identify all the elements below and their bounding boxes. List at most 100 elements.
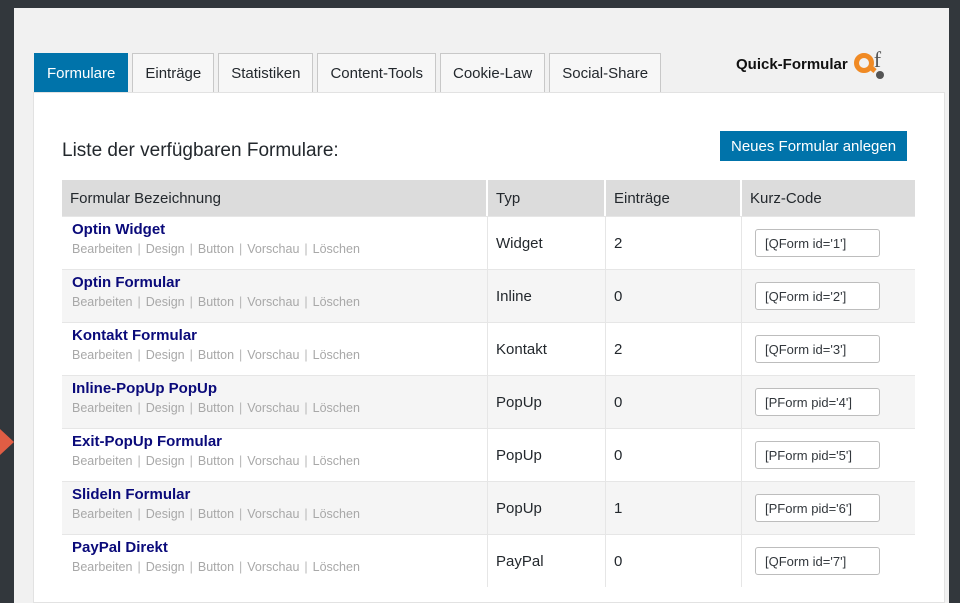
edit-link[interactable]: Bearbeiten bbox=[72, 295, 132, 309]
edit-link[interactable]: Bearbeiten bbox=[72, 401, 132, 415]
form-type: Kontakt bbox=[488, 323, 606, 375]
button-link[interactable]: Button bbox=[198, 560, 234, 574]
action-separator: | bbox=[189, 507, 193, 521]
plugin-tabs: Formulare Einträge Statistiken Content-T… bbox=[34, 53, 665, 92]
preview-link[interactable]: Vorschau bbox=[247, 401, 299, 415]
design-link[interactable]: Design bbox=[146, 295, 185, 309]
design-link[interactable]: Design bbox=[146, 242, 185, 256]
form-name-link[interactable]: Exit-PopUp Formular bbox=[72, 433, 222, 450]
new-form-button[interactable]: Neues Formular anlegen bbox=[720, 131, 908, 161]
tab-cookie-law[interactable]: Cookie-Law bbox=[440, 53, 546, 92]
delete-link[interactable]: Löschen bbox=[313, 401, 360, 415]
tab-formulare[interactable]: Formulare bbox=[34, 53, 129, 92]
delete-link[interactable]: Löschen bbox=[313, 507, 360, 521]
column-header-name: Formular Bezeichnung bbox=[62, 180, 488, 216]
shortcode-field[interactable]: [QForm id='7'] bbox=[755, 547, 880, 575]
design-link[interactable]: Design bbox=[146, 454, 185, 468]
tab-eintraege[interactable]: Einträge bbox=[132, 53, 215, 92]
row-actions: Bearbeiten | Design | Button | Vorschau | Lösche… bbox=[72, 295, 360, 309]
column-header-shortcode: Kurz-Code bbox=[750, 189, 822, 207]
delete-link[interactable]: Löschen bbox=[313, 348, 360, 362]
form-type: PopUp bbox=[488, 429, 606, 481]
row-actions: Bearbeiten | Design | Button | Vorschau | Lösche… bbox=[72, 454, 360, 468]
button-link[interactable]: Button bbox=[198, 348, 234, 362]
action-separator: | bbox=[239, 507, 243, 521]
tab-content-tools[interactable]: Content-Tools bbox=[317, 53, 436, 92]
quick-formular-logo-icon: f bbox=[853, 47, 890, 79]
preview-link[interactable]: Vorschau bbox=[247, 560, 299, 574]
delete-link[interactable]: Löschen bbox=[313, 295, 360, 309]
preview-link[interactable]: Vorschau bbox=[247, 295, 299, 309]
delete-link[interactable]: Löschen bbox=[313, 242, 360, 256]
form-name-cell: Optin Widget Bearbeiten | Design | Button | Vo… bbox=[62, 217, 488, 269]
action-separator: | bbox=[239, 454, 243, 468]
form-name-cell: PayPal Direkt Bearbeiten | Design | Button | V… bbox=[62, 535, 488, 587]
brand-name: Quick-Formular bbox=[736, 55, 848, 73]
sidebar-collapse-arrow-icon[interactable] bbox=[0, 429, 14, 455]
form-entries-count: 0 bbox=[606, 270, 742, 322]
form-type: PopUp bbox=[488, 376, 606, 428]
action-separator: | bbox=[189, 295, 193, 309]
edit-link[interactable]: Bearbeiten bbox=[72, 242, 132, 256]
row-actions: Bearbeiten | Design | Button | Vorschau | Lösche… bbox=[72, 401, 360, 415]
shortcode-field[interactable]: [PForm pid='5'] bbox=[755, 441, 880, 469]
shortcode-field[interactable]: [PForm pid='4'] bbox=[755, 388, 880, 416]
button-link[interactable]: Button bbox=[198, 242, 234, 256]
shortcode-cell: [QForm id='1'] bbox=[742, 217, 915, 269]
design-link[interactable]: Design bbox=[146, 401, 185, 415]
action-separator: | bbox=[239, 295, 243, 309]
form-entries-count: 0 bbox=[606, 429, 742, 481]
row-actions: Bearbeiten | Design | Button | Vorschau | Lösche… bbox=[72, 507, 360, 521]
form-type: Widget bbox=[488, 217, 606, 269]
form-name-link[interactable]: Optin Formular bbox=[72, 274, 180, 291]
design-link[interactable]: Design bbox=[146, 560, 185, 574]
table-header: Formular Bezeichnung Typ Einträge Kurz-C… bbox=[62, 180, 915, 216]
form-name-link[interactable]: PayPal Direkt bbox=[72, 539, 168, 556]
row-actions: Bearbeiten | Design | Button | Vorschau | Lösche… bbox=[72, 242, 360, 256]
edit-link[interactable]: Bearbeiten bbox=[72, 507, 132, 521]
edit-link[interactable]: Bearbeiten bbox=[72, 560, 132, 574]
button-link[interactable]: Button bbox=[198, 454, 234, 468]
table-row: Kontakt Formular Bearbeiten | Design | Butto… bbox=[62, 322, 915, 375]
preview-link[interactable]: Vorschau bbox=[247, 242, 299, 256]
row-actions: Bearbeiten | Design | Button | Vorschau | Lösche… bbox=[72, 348, 360, 362]
form-name-cell: Optin Formular Bearbeiten | Design | Button |… bbox=[62, 270, 488, 322]
form-name-link[interactable]: Kontakt Formular bbox=[72, 327, 197, 344]
forms-table: Formular Bezeichnung Typ Einträge Kurz-C… bbox=[62, 180, 915, 587]
action-separator: | bbox=[189, 454, 193, 468]
edit-link[interactable]: Bearbeiten bbox=[72, 454, 132, 468]
delete-link[interactable]: Löschen bbox=[313, 454, 360, 468]
form-name-link[interactable]: SlideIn Formular bbox=[72, 486, 190, 503]
tab-social-share[interactable]: Social-Share bbox=[549, 53, 662, 92]
shortcode-field[interactable]: [QForm id='2'] bbox=[755, 282, 880, 310]
preview-link[interactable]: Vorschau bbox=[247, 454, 299, 468]
preview-link[interactable]: Vorschau bbox=[247, 348, 299, 362]
shortcode-field[interactable]: [PForm pid='6'] bbox=[755, 494, 880, 522]
shortcode-field[interactable]: [QForm id='3'] bbox=[755, 335, 880, 363]
action-separator: | bbox=[137, 295, 141, 309]
admin-top-bar bbox=[0, 0, 960, 8]
edit-link[interactable]: Bearbeiten bbox=[72, 348, 132, 362]
button-link[interactable]: Button bbox=[198, 507, 234, 521]
action-separator: | bbox=[137, 560, 141, 574]
design-link[interactable]: Design bbox=[146, 348, 185, 362]
design-link[interactable]: Design bbox=[146, 507, 185, 521]
delete-link[interactable]: Löschen bbox=[313, 560, 360, 574]
tab-statistiken[interactable]: Statistiken bbox=[218, 53, 314, 92]
form-name-cell: Exit-PopUp Formular Bearbeiten | Design | Bu… bbox=[62, 429, 488, 481]
button-link[interactable]: Button bbox=[198, 295, 234, 309]
preview-link[interactable]: Vorschau bbox=[247, 507, 299, 521]
action-separator: | bbox=[137, 242, 141, 256]
action-separator: | bbox=[137, 348, 141, 362]
page-title: Liste der verfügbaren Formulare: bbox=[62, 140, 339, 161]
action-separator: | bbox=[304, 454, 308, 468]
form-name-link[interactable]: Inline-PopUp PopUp bbox=[72, 380, 217, 397]
shortcode-cell: [QForm id='2'] bbox=[742, 270, 915, 322]
action-separator: | bbox=[304, 560, 308, 574]
shortcode-field[interactable]: [QForm id='1'] bbox=[755, 229, 880, 257]
action-separator: | bbox=[189, 560, 193, 574]
form-name-link[interactable]: Optin Widget bbox=[72, 221, 165, 238]
action-separator: | bbox=[189, 242, 193, 256]
form-name-cell: SlideIn Formular Bearbeiten | Design | Butto… bbox=[62, 482, 488, 534]
button-link[interactable]: Button bbox=[198, 401, 234, 415]
